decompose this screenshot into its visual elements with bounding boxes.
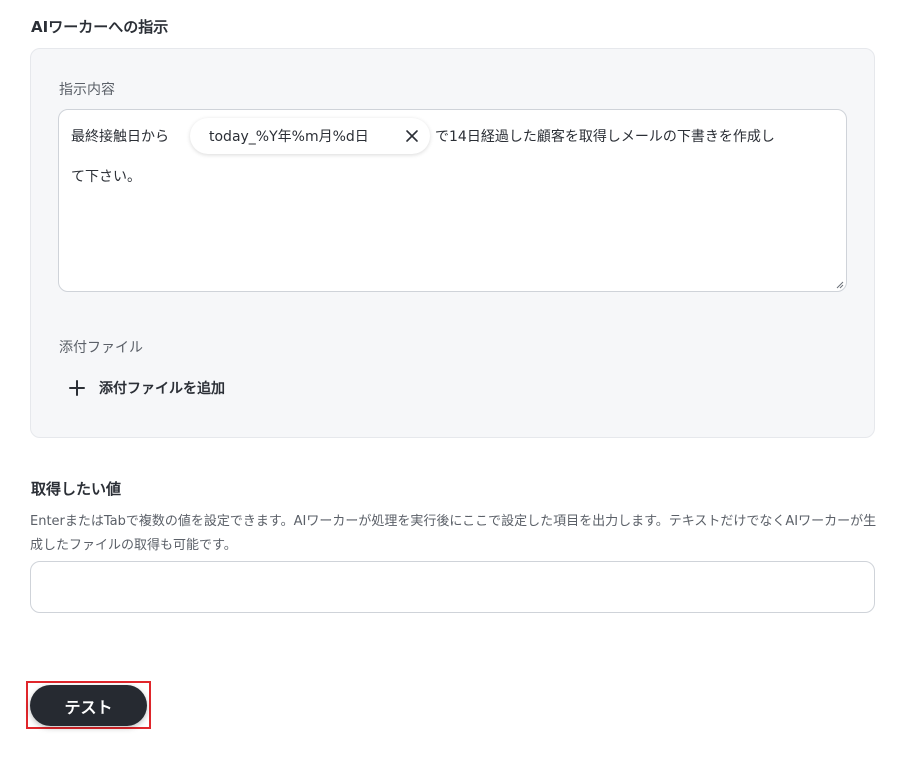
- instruction-text-after-chip: で14日経過した顧客を取得しメールの下書きを作成し: [435, 129, 775, 145]
- instruction-text-before-chip: 最終接触日から: [71, 129, 169, 145]
- output-values-title: 取得したい値: [31, 480, 122, 498]
- instruction-text-line2: て下さい。: [71, 169, 141, 185]
- test-button[interactable]: テスト: [30, 685, 147, 726]
- close-icon[interactable]: [404, 128, 420, 144]
- ai-worker-instruction-title: AIワーカーへの指示: [31, 18, 169, 36]
- resize-handle-icon[interactable]: [834, 279, 844, 289]
- instruction-editor[interactable]: 最終接触日から today_%Y年%m月%d日 で14日経過した顧客を取得しメー…: [58, 109, 847, 292]
- output-values-input[interactable]: [30, 561, 875, 613]
- attachment-label: 添付ファイル: [59, 340, 143, 356]
- plus-icon: [69, 380, 85, 396]
- output-values-description: EnterまたはTabで複数の値を設定できます。AIワーカーが処理を実行後にここ…: [30, 514, 877, 553]
- add-attachment-label: 添付ファイルを追加: [99, 381, 225, 397]
- instruction-label: 指示内容: [59, 82, 115, 98]
- variable-chip[interactable]: today_%Y年%m月%d日: [190, 118, 430, 154]
- add-attachment-button[interactable]: 添付ファイルを追加: [69, 375, 225, 401]
- ai-worker-settings-page: AIワーカーへの指示 指示内容 最終接触日から today_%Y年%m月%d日 …: [0, 0, 907, 757]
- instruction-panel: 指示内容 最終接触日から today_%Y年%m月%d日 で14日経過した顧客を…: [30, 48, 875, 438]
- variable-chip-label: today_%Y年%m月%d日: [209, 129, 369, 145]
